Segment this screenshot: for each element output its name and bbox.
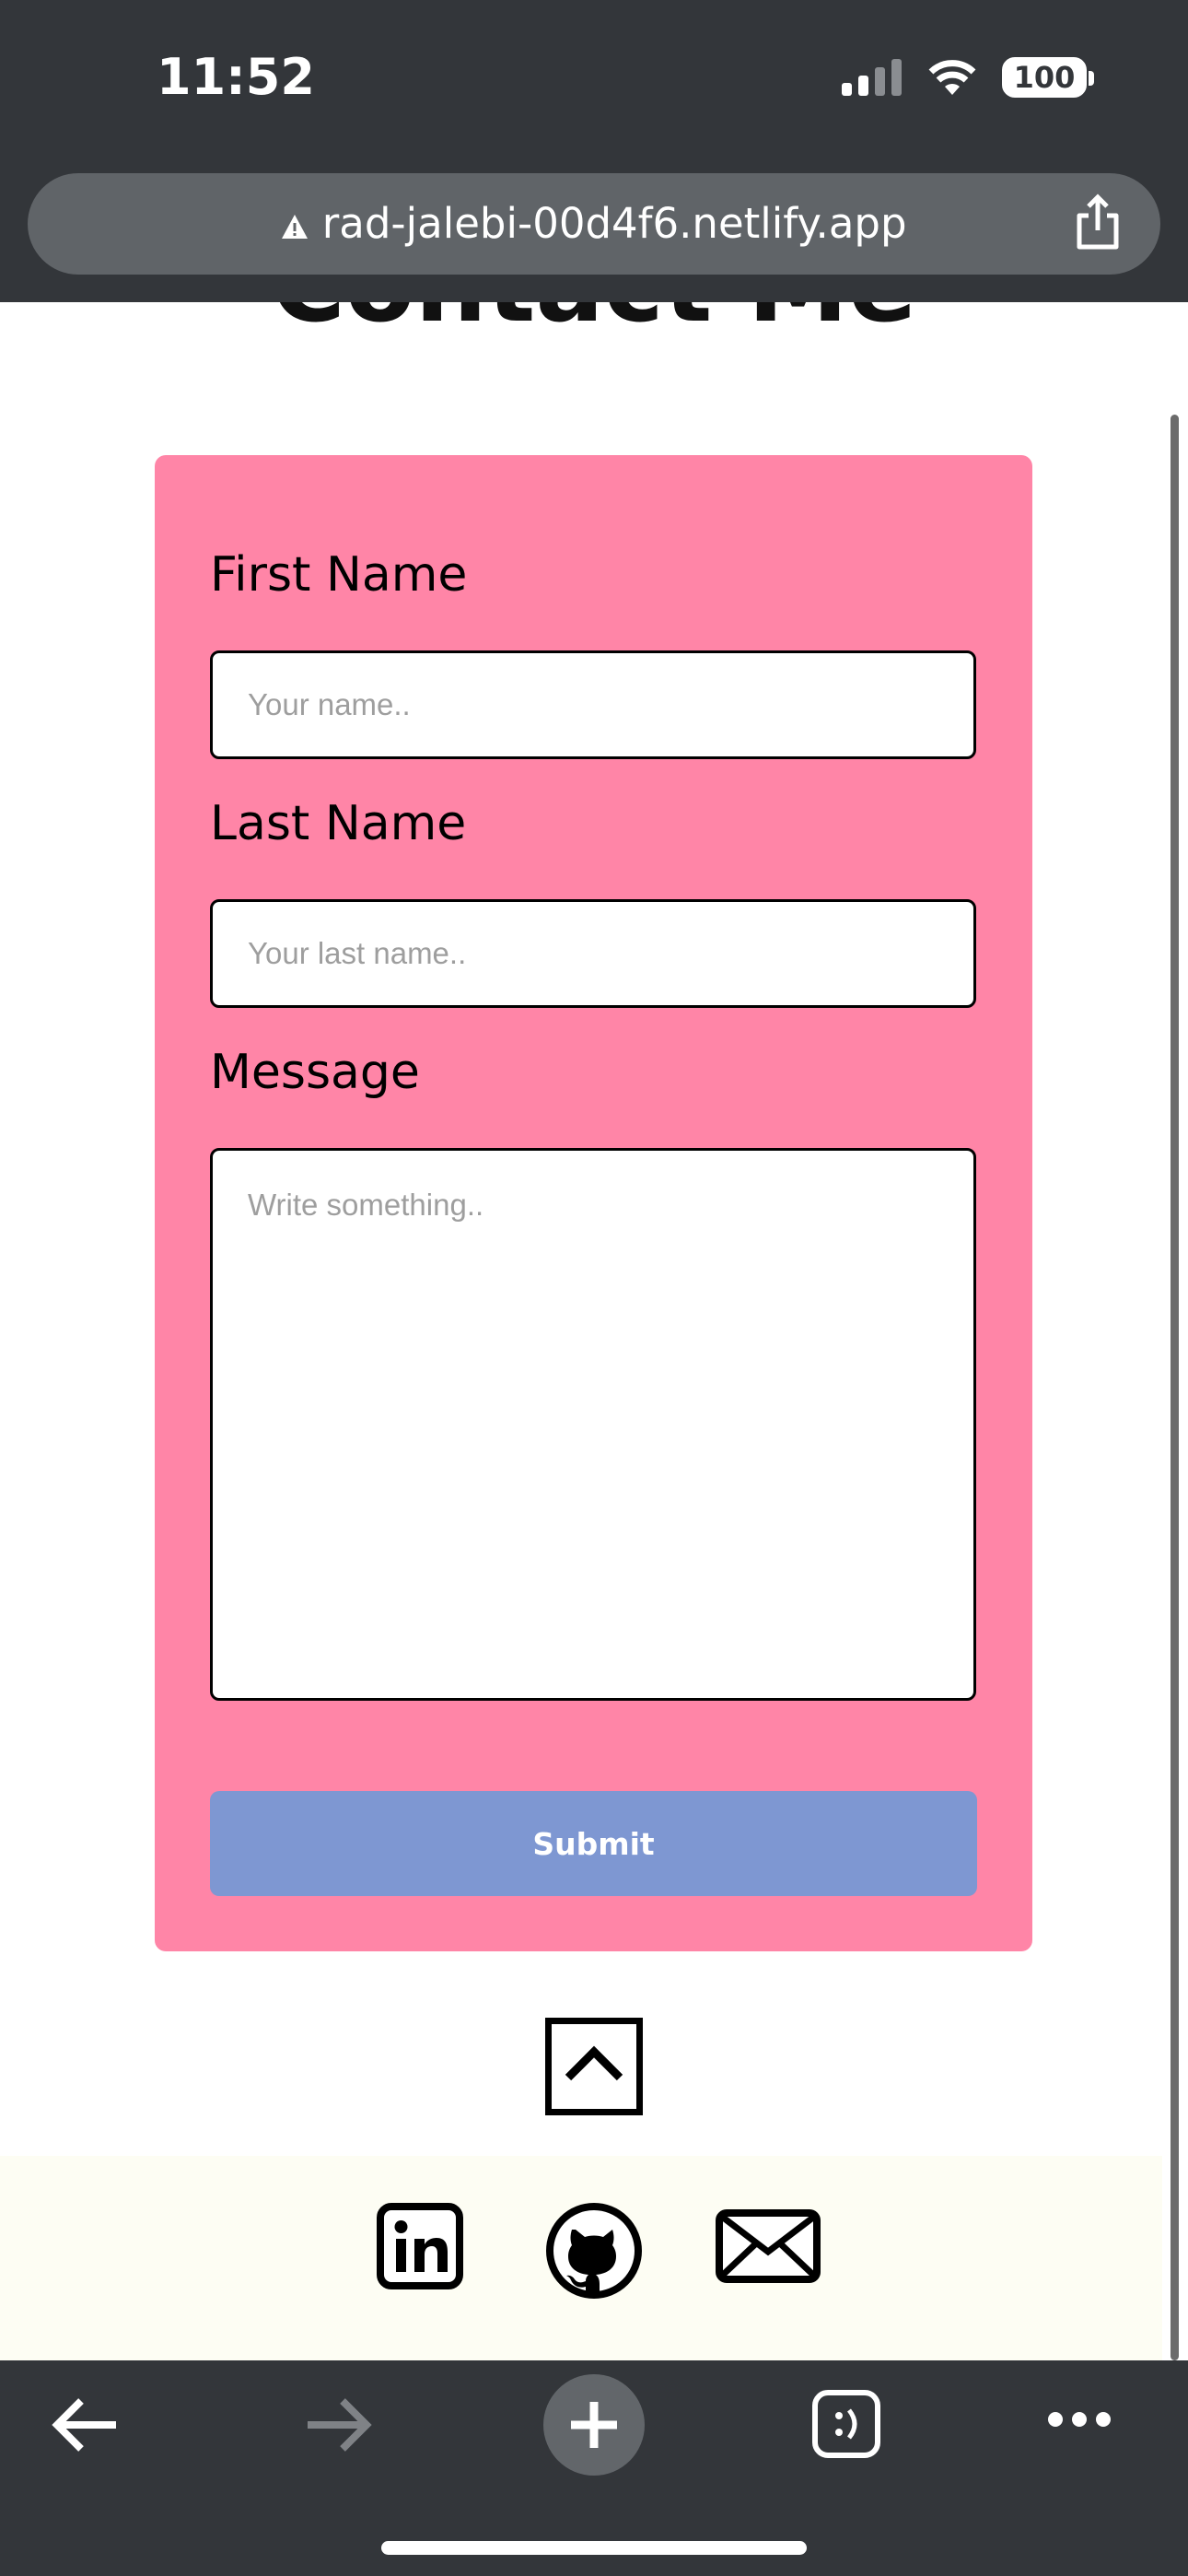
forward-button[interactable] [302, 2390, 376, 2465]
signal-icon [842, 59, 902, 96]
forward-arrow-icon [308, 2398, 372, 2452]
chevron-up-icon [565, 2045, 623, 2081]
linkedin-link[interactable] [376, 2202, 464, 2295]
last-name-label: Last Name [210, 796, 467, 851]
tabs-button[interactable] [810, 2388, 882, 2465]
new-tab-plus-icon [571, 2402, 617, 2448]
scrollbar[interactable] [1171, 415, 1179, 2360]
mail-icon [716, 2209, 821, 2283]
url-text: rad-jalebi-00d4f6.netlify.app [321, 199, 907, 248]
more-icon [1048, 2412, 1111, 2427]
linkedin-icon [377, 2203, 463, 2289]
battery-indicator: 100 [1002, 57, 1094, 98]
github-icon [546, 2203, 642, 2299]
home-indicator [381, 2541, 807, 2555]
github-link[interactable] [545, 2202, 643, 2304]
browser-top-bar: 11:52 100 rad-jalebi-00d4f6.netlify.app [0, 0, 1188, 302]
web-page: Contact Me First Name Last Name Message … [0, 0, 1188, 2576]
browser-bottom-bar [0, 2360, 1188, 2576]
email-link[interactable] [715, 2202, 821, 2295]
first-name-label: First Name [210, 547, 468, 603]
last-name-input[interactable] [210, 899, 976, 1008]
new-tab-button[interactable] [543, 2374, 645, 2476]
share-icon [1077, 193, 1119, 250]
address-bar[interactable]: rad-jalebi-00d4f6.netlify.app [28, 173, 1160, 275]
contact-form: First Name Last Name Message Submit [155, 455, 1032, 1951]
tabs-icon [812, 2390, 880, 2458]
submit-button[interactable]: Submit [210, 1791, 977, 1896]
share-button[interactable] [1070, 193, 1125, 257]
url-display: rad-jalebi-00d4f6.netlify.app [28, 199, 1160, 248]
back-button[interactable] [48, 2390, 122, 2465]
message-textarea[interactable] [210, 1148, 976, 1701]
footer [0, 2156, 1162, 2360]
more-button[interactable] [1046, 2408, 1112, 2435]
warning-icon [282, 215, 309, 239]
wifi-icon [928, 60, 976, 95]
message-label: Message [210, 1045, 420, 1100]
status-icons: 100 [842, 57, 1094, 98]
scroll-to-top-button[interactable] [545, 2018, 643, 2115]
status-time: 11:52 [157, 48, 315, 106]
back-arrow-icon [52, 2398, 116, 2452]
first-name-input[interactable] [210, 650, 976, 759]
